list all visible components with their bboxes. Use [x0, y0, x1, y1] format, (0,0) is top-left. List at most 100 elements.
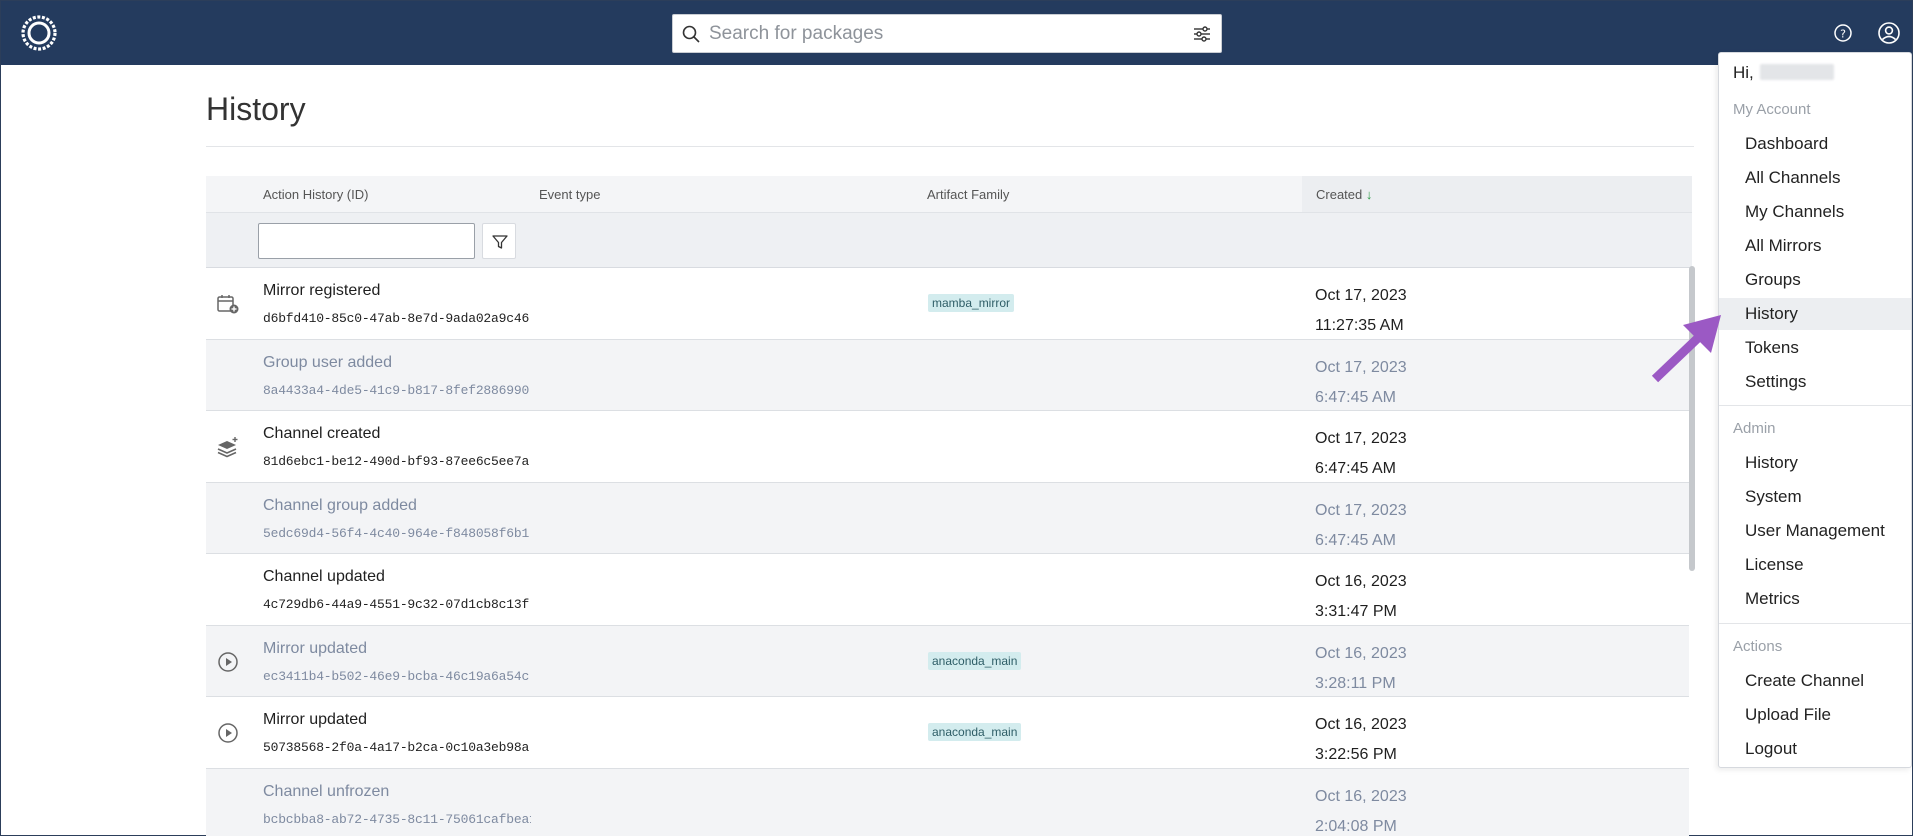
- row-event-name[interactable]: Channel unfrozen: [263, 783, 389, 801]
- artifact-family-tag[interactable]: anaconda_main: [928, 723, 1022, 741]
- filter-row: [206, 212, 1692, 268]
- artifact-family-tag[interactable]: anaconda_main: [928, 651, 1022, 670]
- row-event-id: 81d6ebc1-be12-490d-bf93-87ee6c5ee7a: [263, 454, 530, 469]
- row-event-name[interactable]: Mirror updated: [263, 640, 367, 658]
- created-date: Oct 16, 2023: [1315, 573, 1407, 590]
- row-event-name[interactable]: Mirror updated: [263, 711, 367, 729]
- menu-divider: [1719, 623, 1911, 624]
- section-label-actions: Actions: [1733, 638, 1783, 655]
- anaconda-logo-icon[interactable]: [19, 13, 59, 53]
- row-created-date: Oct 16, 2023 3:31:47 PM: [1315, 567, 1407, 627]
- menu-divider: [1719, 405, 1911, 406]
- filter-input[interactable]: [258, 223, 475, 259]
- menu-item-user-management[interactable]: User Management: [1719, 515, 1911, 547]
- menu-item-admin-history[interactable]: History: [1719, 447, 1911, 479]
- table-row[interactable]: Channel group added 5edc69d4-56f4-4c40-96…: [206, 482, 1689, 556]
- created-date: Oct 17, 2023: [1315, 430, 1407, 447]
- calendar-add-icon: [216, 292, 240, 316]
- section-label-admin: Admin: [1733, 420, 1776, 437]
- greeting: Hi,: [1733, 63, 1834, 83]
- layers-plus-icon: [216, 435, 240, 459]
- svg-text:?: ?: [1840, 28, 1846, 41]
- sort-descending-icon: ↓: [1365, 187, 1373, 202]
- table-row[interactable]: Channel created 81d6ebc1-be12-490d-bf93-8…: [206, 411, 1689, 483]
- created-time: 6:47:45 AM: [1315, 460, 1396, 477]
- menu-item-groups[interactable]: Groups: [1719, 264, 1911, 296]
- table-row[interactable]: Mirror updated ec3411b4-b502-46e9-bcba-46…: [206, 625, 1689, 699]
- row-created-date: Oct 16, 2023 3:22:56 PM: [1315, 710, 1407, 770]
- created-date: Oct 17, 2023: [1315, 358, 1407, 376]
- row-event-name[interactable]: Channel created: [263, 425, 380, 443]
- menu-item-logout[interactable]: Logout: [1719, 733, 1911, 765]
- column-header-created[interactable]: Created ↓: [1316, 187, 1372, 202]
- history-table: Action History (ID) Event type Artifact …: [206, 176, 1692, 836]
- search-input[interactable]: [709, 15, 1169, 52]
- table-row[interactable]: Mirror updated 50738568-2f0a-4a17-b2ca-0c…: [206, 697, 1689, 769]
- search-icon: [682, 25, 700, 43]
- row-event-id: 5edc69d4-56f4-4c40-964e-f848058f6b1: [263, 525, 530, 541]
- row-event-name[interactable]: Channel group added: [263, 497, 417, 515]
- top-bar: ?: [1, 1, 1912, 65]
- row-event-id: 8a4433a4-4de5-41c9-b817-8fef2886990: [263, 382, 530, 398]
- table-row[interactable]: Channel updated 4c729db6-44a9-4551-9c32-0…: [206, 554, 1689, 626]
- row-event-id: bcbcbba8-ab72-4735-8c11-75061cafbea1: [263, 811, 531, 827]
- play-circle-icon: [216, 650, 240, 674]
- filter-sliders-icon[interactable]: [1192, 24, 1212, 44]
- page-title: History: [206, 91, 306, 127]
- created-date: Oct 16, 2023: [1315, 644, 1407, 662]
- created-time: 6:47:45 AM: [1315, 388, 1396, 406]
- row-event-name[interactable]: Group user added: [263, 354, 392, 372]
- column-header-event-type[interactable]: Event type: [539, 187, 600, 202]
- row-event-id: 50738568-2f0a-4a17-b2ca-0c10a3eb98a: [263, 740, 530, 755]
- created-date: Oct 16, 2023: [1315, 716, 1407, 733]
- greeting-label: Hi,: [1733, 63, 1754, 82]
- row-event-id: ec3411b4-b502-46e9-bcba-46c19a6a54c: [263, 668, 530, 684]
- row-created-date: Oct 16, 2023 3:28:11 PM: [1315, 639, 1407, 699]
- account-dropdown-menu: Hi, My Account Dashboard All Channels My…: [1718, 52, 1912, 768]
- row-created-date: Oct 16, 2023 2:04:08 PM: [1315, 782, 1407, 836]
- menu-item-all-channels[interactable]: All Channels: [1719, 162, 1911, 194]
- created-time: 11:27:35 AM: [1315, 317, 1404, 334]
- filter-button[interactable]: [482, 223, 516, 259]
- row-event-name[interactable]: Mirror registered: [263, 282, 380, 300]
- row-created-date: Oct 17, 2023 6:47:45 AM: [1315, 424, 1407, 484]
- help-icon[interactable]: ?: [1833, 23, 1853, 43]
- menu-item-settings[interactable]: Settings: [1719, 366, 1911, 398]
- created-time: 3:28:11 PM: [1315, 674, 1396, 692]
- row-created-date: Oct 17, 2023 6:47:45 AM: [1315, 496, 1407, 556]
- menu-item-dashboard[interactable]: Dashboard: [1719, 128, 1911, 160]
- column-header-artifact-family[interactable]: Artifact Family: [927, 187, 1009, 202]
- table-header: Action History (ID) Event type Artifact …: [206, 176, 1692, 212]
- row-created-date: Oct 17, 2023 6:47:45 AM: [1315, 353, 1407, 413]
- row-event-name[interactable]: Channel updated: [263, 568, 385, 586]
- created-date: Oct 17, 2023: [1315, 287, 1407, 304]
- created-header-label: Created: [1316, 187, 1363, 202]
- menu-item-metrics[interactable]: Metrics: [1719, 583, 1911, 615]
- table-row[interactable]: Mirror registered d6bfd410-85c0-47ab-8e7d…: [206, 268, 1689, 340]
- column-header-action-history[interactable]: Action History (ID): [263, 187, 368, 202]
- search-bar[interactable]: [672, 14, 1222, 53]
- row-event-id: d6bfd410-85c0-47ab-8e7d-9ada02a9c46: [263, 311, 530, 326]
- menu-item-tokens[interactable]: Tokens: [1719, 332, 1911, 364]
- created-time: 3:31:47 PM: [1315, 603, 1397, 620]
- section-label-my-account: My Account: [1733, 101, 1811, 118]
- created-date: Oct 16, 2023: [1315, 787, 1407, 805]
- menu-item-license[interactable]: License: [1719, 549, 1911, 581]
- menu-item-my-channels[interactable]: My Channels: [1719, 196, 1911, 228]
- menu-item-upload-file[interactable]: Upload File: [1719, 699, 1911, 731]
- menu-item-history[interactable]: History: [1719, 298, 1911, 330]
- table-row[interactable]: Group user added 8a4433a4-4de5-41c9-b817-…: [206, 339, 1689, 413]
- menu-item-all-mirrors[interactable]: All Mirrors: [1719, 230, 1911, 262]
- table-row[interactable]: Channel unfrozen bcbcbba8-ab72-4735-8c11-…: [206, 768, 1689, 836]
- annotation-arrow-icon: [1651, 315, 1721, 383]
- menu-item-create-channel[interactable]: Create Channel: [1719, 665, 1911, 697]
- menu-item-system[interactable]: System: [1719, 481, 1911, 513]
- funnel-icon: [492, 235, 508, 249]
- redacted-username: [1759, 64, 1834, 80]
- created-time: 3:22:56 PM: [1315, 746, 1397, 763]
- play-circle-icon: [216, 721, 240, 745]
- user-account-icon[interactable]: [1877, 21, 1901, 45]
- artifact-family-tag[interactable]: mamba_mirror: [928, 294, 1015, 312]
- created-time: 6:47:45 AM: [1315, 531, 1396, 549]
- title-divider: [206, 146, 1694, 147]
